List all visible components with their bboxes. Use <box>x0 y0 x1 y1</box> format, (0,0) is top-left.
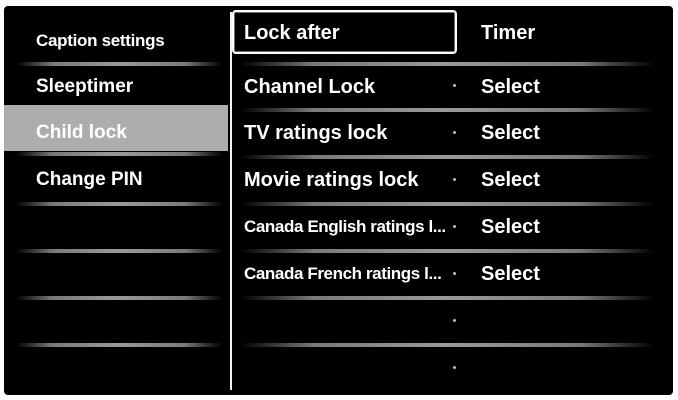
menu-item-caption-settings[interactable]: Caption settings <box>36 18 165 64</box>
option-channel-lock[interactable]: Channel Lock <box>244 64 375 110</box>
option-tv-ratings-lock[interactable]: TV ratings lock <box>244 110 387 156</box>
divider <box>240 343 654 347</box>
option-movie-ratings-lock[interactable]: Movie ratings lock <box>244 157 419 203</box>
option-canada-french-ratings[interactable]: Canada French ratings l... <box>244 251 442 297</box>
value-tv-ratings-lock[interactable]: Select <box>481 110 540 156</box>
separator-dot <box>453 225 456 228</box>
divider <box>16 296 222 300</box>
separator-dot <box>453 84 456 87</box>
divider <box>16 343 222 347</box>
divider <box>240 296 654 300</box>
value-canada-english-ratings[interactable]: Select <box>481 204 540 250</box>
separator-dot <box>453 131 456 134</box>
divider <box>16 249 222 253</box>
value-movie-ratings-lock[interactable]: Select <box>481 157 540 203</box>
tv-menu-screen: Caption settings Sleeptimer Child lock C… <box>4 6 673 395</box>
divider <box>16 152 222 156</box>
divider <box>16 202 222 206</box>
menu-item-child-lock[interactable]: Child lock <box>36 110 127 156</box>
value-channel-lock[interactable]: Select <box>481 64 540 110</box>
separator-dot <box>453 272 456 275</box>
column-divider <box>230 12 232 390</box>
value-canada-french-ratings[interactable]: Select <box>481 251 540 297</box>
separator-dot <box>453 366 456 369</box>
value-lock-after[interactable]: Timer <box>481 10 535 56</box>
separator-dot <box>453 178 456 181</box>
menu-item-change-pin[interactable]: Change PIN <box>36 157 143 203</box>
menu-item-sleeptimer[interactable]: Sleeptimer <box>36 64 133 110</box>
option-canada-english-ratings[interactable]: Canada English ratings l... <box>244 204 446 250</box>
separator-dot <box>453 319 456 322</box>
option-lock-after[interactable]: Lock after <box>244 10 340 56</box>
